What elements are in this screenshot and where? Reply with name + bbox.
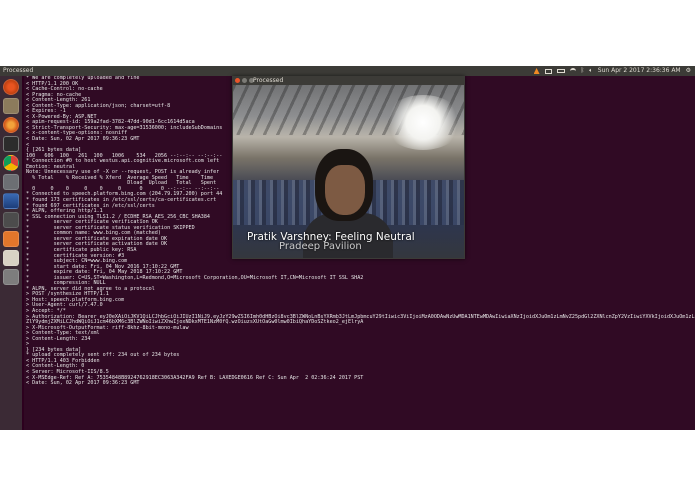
clock[interactable]: Sun Apr 2 2017 2:36:36 AM: [598, 66, 681, 76]
launcher: [0, 76, 22, 430]
battery-icon[interactable]: [556, 69, 565, 73]
active-window-title: Processed: [3, 67, 34, 74]
settings-icon[interactable]: [3, 174, 19, 190]
close-icon[interactable]: [235, 78, 240, 83]
files-icon[interactable]: [3, 98, 19, 114]
bluetooth-icon[interactable]: ᛒ: [581, 66, 585, 76]
person-face: [325, 165, 365, 215]
keyboard-icon[interactable]: [544, 68, 552, 74]
text-editor-icon[interactable]: [3, 250, 19, 266]
firefox-icon[interactable]: [3, 117, 19, 133]
ubuntu-dash-icon[interactable]: [3, 79, 19, 95]
chrome-icon[interactable]: [3, 155, 19, 171]
gear-icon[interactable]: ⚙: [686, 66, 691, 76]
camera-icon[interactable]: [3, 212, 19, 228]
network-icon[interactable]: [569, 68, 576, 74]
minimize-icon[interactable]: [242, 78, 247, 83]
terminal-icon[interactable]: [3, 136, 19, 152]
processed-window[interactable]: Processed Pratik Varshney: Feeling Neutr…: [232, 76, 465, 259]
app-icon[interactable]: [3, 193, 19, 209]
camera-frame: Pratik Varshney: Feeling Neutral Pradeep…: [233, 85, 464, 258]
software-icon[interactable]: [3, 231, 19, 247]
vlc-icon[interactable]: [533, 68, 540, 74]
terminal-line: < Date: Sun, 02 Apr 2017 09:36:23 GMT: [26, 380, 140, 387]
top-panel: Processed ᛒ 🔈︎ Sun Apr 2 2017 2:36:36 AM…: [0, 66, 695, 76]
trash-icon[interactable]: [3, 269, 19, 285]
system-tray: ᛒ 🔈︎ Sun Apr 2 2017 2:36:36 AM ⚙: [533, 66, 691, 76]
location-caption: Pradeep Pavilion: [279, 241, 362, 252]
volume-icon[interactable]: 🔈︎: [589, 66, 593, 76]
window-title: Processed: [253, 77, 284, 84]
processed-window-titlebar[interactable]: Processed: [232, 76, 465, 85]
